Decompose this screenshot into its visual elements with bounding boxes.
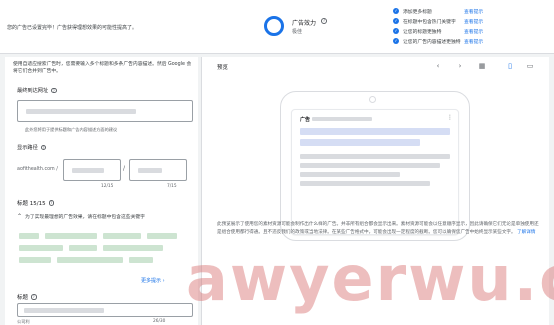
final-url-label: 最终到达网址 ? <box>17 87 57 94</box>
path2-input[interactable] <box>129 159 187 181</box>
setup-complete-message: 您的广告已设置完毕！广告获得理想效果的可能性提高了。 <box>7 25 138 31</box>
mobile-preview-icon[interactable]: ▯ <box>504 60 516 72</box>
display-path-label: 显示路径 ? <box>17 144 47 151</box>
ad-strength-label: 广告效力 <box>292 20 317 27</box>
view-tips-link[interactable]: 查看提示 <box>464 28 483 35</box>
checklist-item: ✓ 让您的标题更独特 查看提示 <box>393 28 484 35</box>
redacted-text <box>300 172 400 177</box>
keyword-chip <box>45 233 97 239</box>
preview-panel: 预览 ‹ › ▦ ▯ ▭ 广告 ⋮ 此预览展示了使用您的素材资源可能会制作出什么… <box>201 57 549 325</box>
view-tips-link[interactable]: 查看提示 <box>464 8 483 15</box>
path1-counter: 12/15 <box>101 184 114 189</box>
ad-label: 广告 <box>300 117 311 123</box>
headlines-section-title: 标题 15/15 ? <box>17 200 55 207</box>
keyword-chip <box>147 233 177 239</box>
final-url-input[interactable] <box>17 100 193 122</box>
headline-footer: 公司利 <box>17 319 30 324</box>
keyword-chip <box>103 245 163 251</box>
keyword-tips-toggle[interactable]: ⌃ 为了实现最理想的广告效果，请在标题中包含这些关键字 <box>17 213 145 220</box>
info-icon[interactable]: ? <box>321 18 327 24</box>
view-tips-link[interactable]: 查看提示 <box>464 38 483 45</box>
path2-counter: 7/15 <box>167 184 177 189</box>
keyword-chip <box>19 245 63 251</box>
check-icon: ✓ <box>393 28 399 34</box>
previous-icon[interactable]: ‹ <box>432 60 444 72</box>
check-icon: ✓ <box>393 38 399 44</box>
redacted-text <box>300 139 420 146</box>
check-icon: ✓ <box>393 8 399 14</box>
phone-camera <box>369 96 376 103</box>
headline-field-label: 标题 ? <box>17 294 37 301</box>
info-icon[interactable]: ? <box>48 200 55 206</box>
desktop-preview-icon[interactable]: ▭ <box>524 60 536 72</box>
more-tips-link[interactable]: 更多提示 › <box>141 277 165 284</box>
keyword-chip <box>103 233 141 239</box>
keyword-chip <box>129 257 153 263</box>
preview-disclaimer: 此预览展示了使用您的素材资源可能会制作出什么样的广告。并非所有组合都会显示出来。… <box>217 222 539 235</box>
redacted-text <box>26 109 136 114</box>
display-domain: aofithealth.com / <box>17 167 58 172</box>
ad-effectiveness-header: 您的广告已设置完毕！广告获得理想效果的可能性提高了。 广告效力 ? 极佳 ✓ 添… <box>0 0 554 54</box>
more-vert-icon[interactable]: ⋮ <box>447 114 453 121</box>
ad-strength-value: 极佳 <box>292 29 303 35</box>
info-icon[interactable]: ? <box>40 144 47 151</box>
form-intro: 使用自适应搜索广告时，您需要输入多个标题和多条广告内容描述。然后 Google … <box>13 62 192 74</box>
chevron-right-icon: › <box>162 278 165 284</box>
next-icon[interactable]: › <box>454 60 466 72</box>
ad-preview-card: 广告 ⋮ <box>291 109 459 235</box>
chevron-up-icon: ⌃ <box>17 213 23 220</box>
improvement-checklist: ✓ 添加更多标题 查看提示 ✓ 在标题中包含热门关键字 查看提示 ✓ 让您的标题… <box>393 6 549 46</box>
checklist-item: ✓ 在标题中包含热门关键字 查看提示 <box>393 18 484 25</box>
final-url-helper: 此外您将用于提供标题和广告内容描述方面的建议 <box>25 127 118 132</box>
redacted-text <box>312 117 372 121</box>
headline-counter: 26/30 <box>153 319 166 324</box>
phone-frame: 广告 ⋮ <box>280 91 470 241</box>
checklist-item: ✓ 让您的广告内容描述更独特 查看提示 <box>393 38 484 45</box>
redacted-text <box>300 163 440 168</box>
checklist-item: ✓ 添加更多标题 查看提示 <box>393 8 484 15</box>
view-tips-link[interactable]: 查看提示 <box>464 18 483 25</box>
grid-view-icon[interactable]: ▦ <box>476 60 488 72</box>
info-icon[interactable]: ? <box>31 294 37 300</box>
keyword-chip <box>69 245 97 251</box>
redacted-text <box>300 154 450 159</box>
ad-strength-ring-icon <box>264 16 284 36</box>
keyword-chip <box>57 257 123 263</box>
headline-input[interactable] <box>17 303 193 317</box>
redacted-text <box>72 168 104 173</box>
learn-more-link[interactable]: 了解详情 <box>517 230 535 235</box>
info-icon[interactable]: ? <box>51 87 57 94</box>
redacted-text <box>24 308 104 313</box>
preview-title: 预览 <box>217 65 229 71</box>
path-separator: / <box>123 165 126 172</box>
keyword-chip <box>19 233 39 239</box>
redacted-text <box>300 181 430 186</box>
ad-editor-panel: 使用自适应搜索广告时，您需要输入多个标题和多条广告内容描述。然后 Google … <box>5 57 198 325</box>
keyword-chip <box>19 257 51 263</box>
path1-input[interactable] <box>63 159 121 181</box>
check-icon: ✓ <box>393 18 399 24</box>
redacted-text <box>300 128 450 135</box>
redacted-text <box>138 168 162 173</box>
